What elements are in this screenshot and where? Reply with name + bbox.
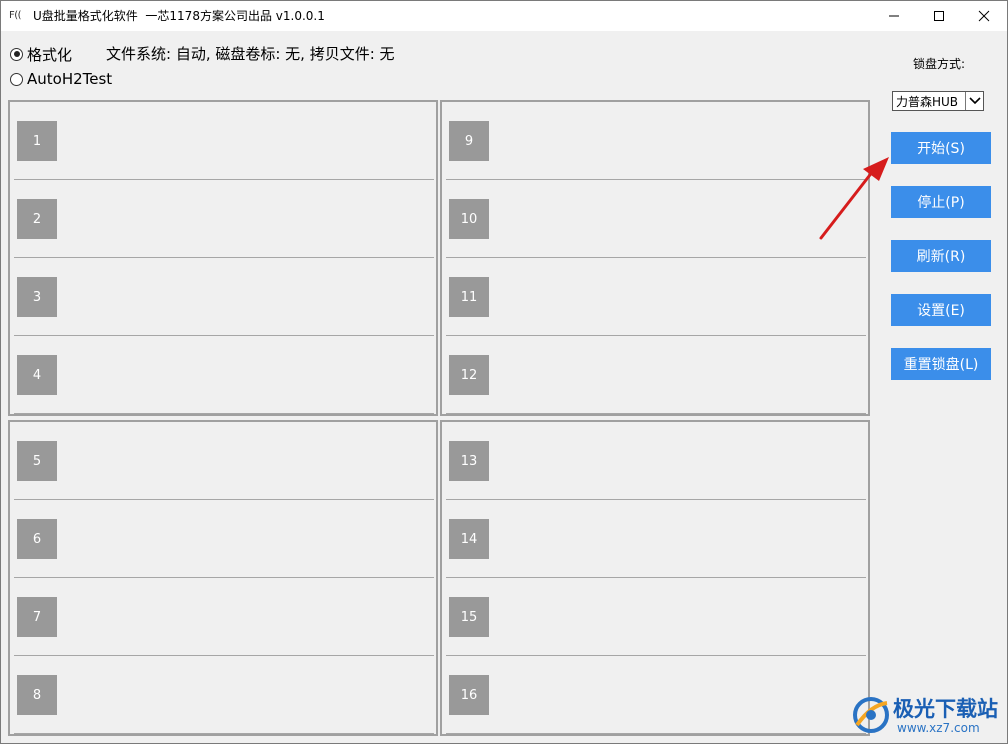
annotation-arrow-icon: [819, 157, 889, 240]
port-slot: 5: [14, 422, 434, 500]
port-number: 7: [17, 597, 57, 637]
port-number: 4: [17, 355, 57, 395]
port-group-4: 13 14 15 16: [440, 420, 870, 736]
port-group-2: 9 10 11 12: [440, 100, 870, 416]
port-number: 13: [449, 441, 489, 481]
port-slot: 6: [14, 500, 434, 578]
port-slot: 8: [14, 656, 434, 734]
radio-autoh2test[interactable]: AutoH2Test: [10, 69, 112, 89]
port-group-1: 1 2 3 4: [8, 100, 438, 416]
refresh-button[interactable]: 刷新(R): [891, 240, 991, 272]
start-button[interactable]: 开始(S): [891, 132, 991, 164]
port-number: 15: [449, 597, 489, 637]
reset-lock-button[interactable]: 重置锁盘(L): [891, 348, 991, 380]
port-slot: 13: [446, 422, 866, 500]
close-icon: [978, 10, 990, 22]
close-button[interactable]: [961, 1, 1007, 31]
radio-format-label: 格式化: [27, 45, 73, 64]
radio-format[interactable]: 格式化: [10, 44, 72, 64]
port-number: 2: [17, 199, 57, 239]
watermark-logo-icon: [853, 697, 889, 733]
port-number: 8: [17, 675, 57, 715]
chevron-down-icon[interactable]: [965, 92, 983, 110]
port-number: 3: [17, 277, 57, 317]
slot-divider: [14, 413, 434, 414]
stop-button[interactable]: 停止(P): [891, 186, 991, 218]
filesystem-info: 文件系统: 自动, 磁盘卷标: 无, 拷贝文件: 无: [106, 45, 395, 63]
port-slot: 10: [446, 180, 866, 258]
watermark-url: www.xz7.com: [897, 721, 980, 735]
port-number: 14: [449, 519, 489, 559]
lock-mode-label: 锁盘方式:: [913, 57, 966, 71]
app-logo-icon: F((: [9, 10, 22, 21]
port-slot: 1: [14, 102, 434, 180]
port-number: 9: [449, 121, 489, 161]
port-number: 5: [17, 441, 57, 481]
minimize-icon: [889, 15, 899, 17]
port-slot: 9: [446, 102, 866, 180]
port-group-3: 5 6 7 8: [8, 420, 438, 736]
maximize-icon: [934, 11, 944, 21]
radio-unchecked-icon[interactable]: [10, 72, 23, 86]
port-number: 10: [449, 199, 489, 239]
port-slot: 12: [446, 336, 866, 414]
minimize-button[interactable]: [871, 1, 917, 31]
port-slot: 14: [446, 500, 866, 578]
watermark-title: 极光下载站: [893, 697, 998, 721]
port-slot: 16: [446, 656, 866, 734]
lock-mode-value: 力普森HUB: [896, 94, 959, 109]
port-number: 11: [449, 277, 489, 317]
radio-checked-icon[interactable]: [10, 47, 23, 61]
slot-divider: [14, 733, 434, 734]
settings-button[interactable]: 设置(E): [891, 294, 991, 326]
port-slot: 3: [14, 258, 434, 336]
slot-divider: [446, 413, 866, 414]
port-slot: 2: [14, 180, 434, 258]
slot-divider: [446, 733, 866, 734]
watermark: 极光下载站 www.xz7.com: [851, 691, 1001, 741]
port-number: 12: [449, 355, 489, 395]
port-number: 6: [17, 519, 57, 559]
title-bar: F(( U盘批量格式化软件 一芯1178方案公司出品 v1.0.0.1: [1, 1, 1007, 31]
window-title: U盘批量格式化软件 一芯1178方案公司出品 v1.0.0.1: [33, 9, 325, 23]
lock-mode-select[interactable]: 力普森HUB: [892, 91, 984, 111]
app-window: F(( U盘批量格式化软件 一芯1178方案公司出品 v1.0.0.1 格式化 …: [0, 0, 1008, 744]
radio-autoh2test-label: AutoH2Test: [27, 70, 113, 88]
port-slot: 4: [14, 336, 434, 414]
port-slot: 15: [446, 578, 866, 656]
port-number: 16: [449, 675, 489, 715]
maximize-button[interactable]: [916, 1, 962, 31]
port-number: 1: [17, 121, 57, 161]
port-slot: 11: [446, 258, 866, 336]
port-slot: 7: [14, 578, 434, 656]
